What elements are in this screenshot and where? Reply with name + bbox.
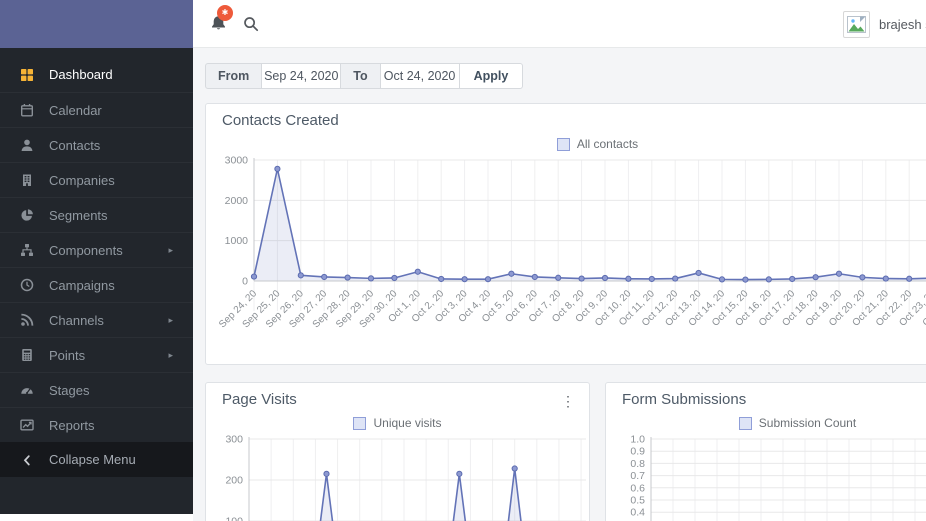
sidebar-item-label: Calendar (49, 102, 102, 118)
legend-swatch (556, 137, 570, 151)
from-label: From (205, 63, 263, 89)
form-submissions-panel: Form Submissions Submission Count 0.00.1… (605, 382, 926, 521)
legend-label: Submission Count (758, 416, 857, 430)
svg-text:0.7: 0.7 (630, 470, 645, 482)
pie-chart-icon (19, 208, 34, 223)
sidebar-item-stages[interactable]: Stages (0, 372, 193, 407)
clock-icon (19, 278, 34, 293)
building-icon (19, 173, 34, 188)
user-icon (19, 138, 34, 153)
svg-text:1000: 1000 (225, 235, 249, 247)
notifications-button[interactable]: ✱ (209, 5, 233, 36)
sidebar-item-contacts[interactable]: Contacts (0, 127, 193, 162)
username: brajesh si (879, 16, 926, 32)
apply-button[interactable]: Apply (458, 63, 524, 89)
page-visits-panel: Page Visits ⋮ Unique visits 0100200300Se… (205, 382, 590, 521)
panel-title: Contacts Created (222, 112, 339, 129)
svg-text:0.6: 0.6 (630, 482, 645, 494)
chart-legend[interactable]: Submission Count (606, 414, 926, 432)
logo-block[interactable] (0, 0, 193, 48)
legend-swatch (353, 416, 367, 430)
collapse-menu-label: Collapse Menu (49, 452, 136, 467)
panel-title: Form Submissions (622, 391, 747, 408)
caret-right-icon: ▸ (168, 349, 173, 360)
sidebar-item-calendar[interactable]: Calendar (0, 92, 193, 127)
date-filter: From To Apply (205, 63, 524, 89)
content: From To Apply Contacts Created All conta… (193, 48, 926, 521)
from-date-input[interactable] (261, 63, 342, 89)
calculator-icon (19, 348, 34, 363)
form-submissions-chart: 0.00.10.20.30.40.50.60.70.80.91.0 (630, 435, 926, 521)
page-visits-chart: 0100200300Sep 24, 20Sep 25, 20Sep 26, 20… (225, 435, 586, 521)
chart-legend[interactable]: All contacts (206, 135, 926, 153)
legend-label: All contacts (576, 137, 639, 151)
sidebar-item-label: Channels (49, 312, 104, 328)
sidebar-item-companies[interactable]: Companies (0, 162, 193, 197)
sidebar-item-label: Stages (49, 382, 90, 398)
legend-swatch (738, 416, 752, 430)
sidebar-item-label: Reports (49, 417, 95, 433)
caret-right-icon: ▸ (168, 314, 173, 325)
bell-icon (209, 16, 228, 36)
sidebar-item-label: Campaigns (49, 277, 115, 293)
gauge-icon (19, 383, 34, 398)
sidebar-item-label: Points (49, 347, 86, 363)
top-header: ✱ brajesh si (193, 0, 926, 48)
sidebar-menu: Dashboard Calendar Contacts Companies Segmen… (0, 57, 193, 442)
kebab-menu-icon[interactable]: ⋮ (555, 391, 581, 412)
svg-text:0: 0 (242, 276, 248, 288)
svg-text:1.0: 1.0 (630, 435, 645, 446)
chart-legend[interactable]: Unique visits (206, 414, 589, 432)
avatar (843, 10, 870, 38)
sidebar: Dashboard Calendar Contacts Companies Segmen… (0, 0, 193, 514)
svg-text:100: 100 (225, 516, 243, 521)
to-date-input[interactable] (379, 63, 460, 89)
svg-text:3000: 3000 (225, 156, 249, 167)
sidebar-item-label: Dashboard (49, 67, 113, 82)
legend-label: Unique visits (373, 416, 442, 430)
sidebar-item-label: Contacts (49, 137, 101, 153)
sidebar-item-segments[interactable]: Segments (0, 197, 193, 232)
svg-text:0.9: 0.9 (630, 446, 645, 458)
svg-text:2000: 2000 (225, 195, 249, 207)
chevron-left-icon (19, 452, 34, 467)
sidebar-item-components[interactable]: Components ▸ (0, 232, 193, 267)
collapse-menu-button[interactable]: Collapse Menu (0, 442, 193, 477)
contacts-created-chart: 0100020003000Sep 24, 20Sep 25, 20Sep 26,… (217, 156, 926, 330)
sidebar-item-points[interactable]: Points ▸ (0, 337, 193, 372)
panel-title: Page Visits (222, 391, 297, 408)
grid-icon (19, 67, 34, 82)
sidebar-item-dashboard[interactable]: Dashboard (0, 57, 193, 92)
rss-icon (19, 313, 34, 328)
calendar-icon (19, 103, 34, 118)
svg-text:0.8: 0.8 (630, 458, 645, 470)
sidebar-item-label: Segments (49, 207, 108, 223)
sidebar-item-label: Components (49, 242, 123, 258)
components-icon (19, 243, 34, 258)
svg-text:200: 200 (225, 475, 243, 487)
chart-line-icon (19, 418, 34, 433)
svg-text:0.5: 0.5 (630, 495, 645, 507)
contacts-created-panel: Contacts Created All contacts 0 1000 2000 3… (205, 103, 926, 365)
user-menu[interactable]: brajesh si (843, 0, 926, 48)
to-label: To (340, 63, 381, 89)
svg-text:300: 300 (225, 435, 243, 446)
sidebar-item-channels[interactable]: Channels ▸ (0, 302, 193, 337)
search-button[interactable] (243, 16, 259, 35)
caret-right-icon: ▸ (168, 244, 173, 255)
search-icon (243, 17, 259, 35)
notification-badge: ✱ (217, 5, 233, 21)
sidebar-item-label: Companies (49, 172, 115, 188)
svg-text:0.4: 0.4 (630, 507, 645, 519)
sidebar-item-reports[interactable]: Reports (0, 407, 193, 442)
sidebar-item-campaigns[interactable]: Campaigns (0, 267, 193, 302)
